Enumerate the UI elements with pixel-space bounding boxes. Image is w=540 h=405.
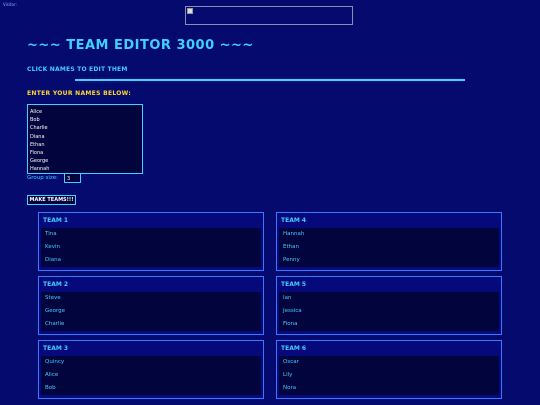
name-line: Charlie xyxy=(30,125,48,132)
team-member[interactable]: Quincy xyxy=(41,356,261,369)
team-member[interactable]: Penny xyxy=(279,254,499,267)
group-size-label: Group size: xyxy=(27,175,59,181)
name-line: Fiona xyxy=(30,150,44,157)
team-member[interactable]: Nora xyxy=(279,382,499,395)
make-teams-button[interactable]: MAKE TEAMS!!! xyxy=(27,195,76,205)
team-card: TEAM 3 Quincy Alice Bob xyxy=(38,340,264,399)
team-title: TEAM 6 xyxy=(281,345,307,352)
team-card: TEAM 5 Ian Jessica Fiona xyxy=(276,276,502,335)
divider xyxy=(75,79,465,81)
name-line: Hannah xyxy=(30,166,50,173)
team-member[interactable]: Ian xyxy=(279,292,499,305)
team-title: TEAM 2 xyxy=(43,281,69,288)
name-line: Bob xyxy=(30,117,40,124)
team-member[interactable]: George xyxy=(41,305,261,318)
team-member[interactable]: Alice xyxy=(41,369,261,382)
team-member[interactable]: Bob xyxy=(41,382,261,395)
team-title: TEAM 4 xyxy=(281,217,307,224)
team-title: TEAM 3 xyxy=(43,345,69,352)
visitor-counter-label: Visitor: xyxy=(3,2,17,7)
team-card: TEAM 1 Tina Kevin Diana xyxy=(38,212,264,271)
team-card: TEAM 2 Steve George Charlie xyxy=(38,276,264,335)
team-member[interactable]: Steve xyxy=(41,292,261,305)
name-line: Ethan xyxy=(30,141,45,148)
team-member[interactable]: Tina xyxy=(41,228,261,241)
team-card: TEAM 6 Oscar Lily Nora xyxy=(276,340,502,399)
banner-image xyxy=(185,6,353,25)
team-member[interactable]: Charlie xyxy=(41,318,261,331)
team-member[interactable]: Ethan xyxy=(279,241,499,254)
team-member[interactable]: Fiona xyxy=(279,318,499,331)
team-member[interactable]: Lily xyxy=(279,369,499,382)
name-line: George xyxy=(30,158,49,165)
team-member[interactable]: Hannah xyxy=(279,228,499,241)
group-size-input[interactable]: 3 xyxy=(64,173,81,183)
page-title: ~~~ TEAM EDITOR 3000 ~~~ xyxy=(27,38,254,53)
team-member[interactable]: Kevin xyxy=(41,241,261,254)
team-title: TEAM 5 xyxy=(281,281,307,288)
name-line: Alice xyxy=(30,109,43,115)
page-subtitle: CLICK NAMES TO EDIT THEM xyxy=(27,66,128,73)
team-member[interactable]: Diana xyxy=(41,254,261,267)
team-title: TEAM 1 xyxy=(43,217,69,224)
team-card: TEAM 4 Hannah Ethan Penny xyxy=(276,212,502,271)
broken-image-icon xyxy=(187,8,193,14)
team-member[interactable]: Oscar xyxy=(279,356,499,369)
names-label: ENTER YOUR NAMES BELOW: xyxy=(27,90,132,97)
names-textarea[interactable]: Alice Bob Charlie Diana Ethan Fiona Geor… xyxy=(27,104,143,174)
team-member[interactable]: Jessica xyxy=(279,305,499,318)
name-line: Diana xyxy=(30,133,45,140)
